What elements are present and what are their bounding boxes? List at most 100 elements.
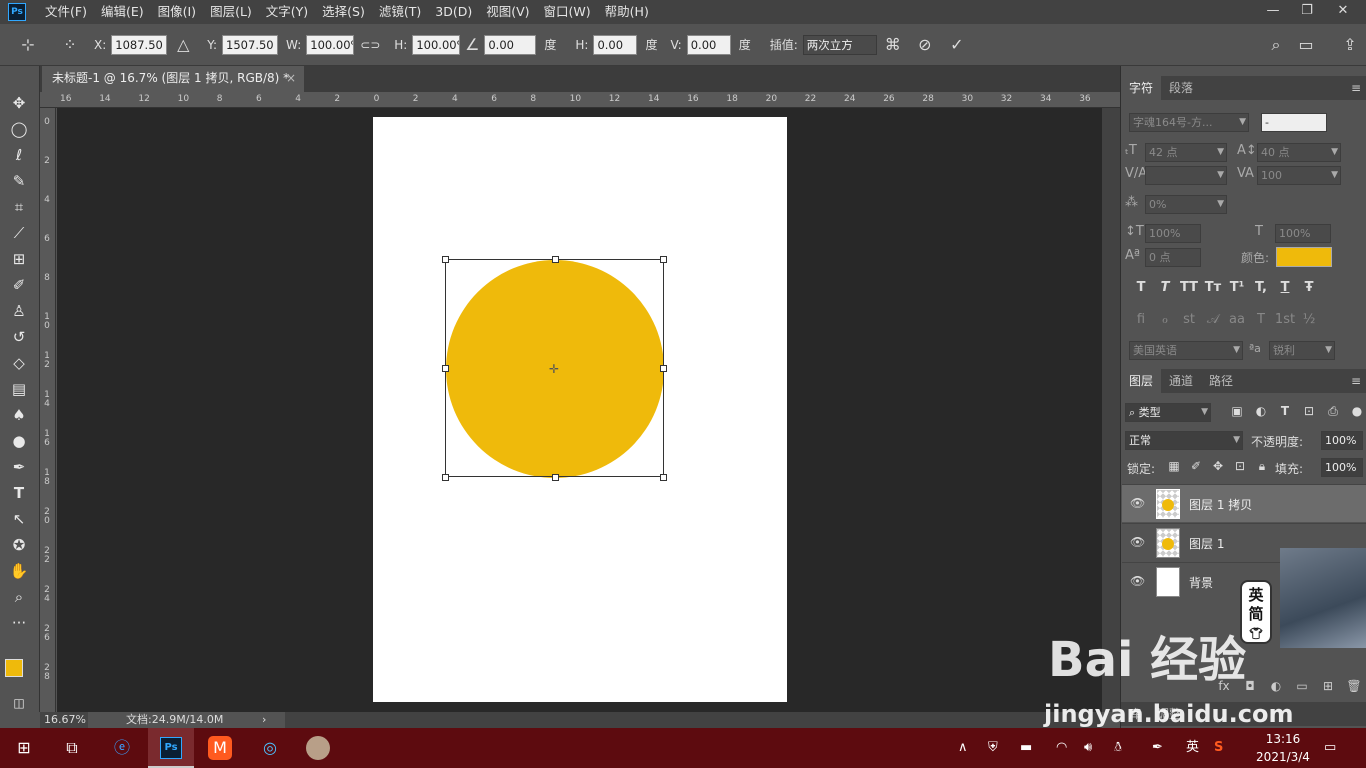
lasso-tool-icon[interactable]: ℓ <box>8 144 30 166</box>
menu-view[interactable]: 视图(V) <box>479 0 536 24</box>
tray-chevron-icon[interactable]: ∧ <box>958 728 968 768</box>
height-field[interactable]: 100.00% <box>412 34 461 55</box>
more-tools-icon[interactable]: ··· <box>8 612 30 634</box>
photoshop-taskbar-item[interactable]: Ps <box>148 728 194 768</box>
tab-channels[interactable]: 通道 <box>1161 369 1201 393</box>
notification-icon[interactable]: ▭ <box>1324 728 1336 768</box>
y-position-field[interactable]: 1507.50 像 <box>222 34 279 55</box>
new-layer-icon[interactable]: ⊞ <box>1315 679 1341 693</box>
zoom-level[interactable]: 16.67% <box>40 712 88 728</box>
menu-file[interactable]: 文件(F) <box>38 0 94 24</box>
eyedropper-tool-icon[interactable]: ⟋ <box>8 222 30 244</box>
swash-button[interactable]: 𝒜 <box>1201 312 1225 327</box>
small-caps-button[interactable]: Tт <box>1201 280 1225 295</box>
transform-handle-right[interactable] <box>660 365 667 372</box>
all-caps-button[interactable]: TT <box>1177 280 1201 295</box>
security-shield-icon[interactable]: ⛨ <box>988 728 998 768</box>
pixel-filter-icon[interactable]: ▣ <box>1225 404 1249 419</box>
baseline-field[interactable]: 0 点 <box>1145 248 1201 267</box>
transform-handle-top[interactable] <box>552 256 559 263</box>
vertical-ruler[interactable]: 0 2 4 6 8 10 12 14 16 18 20 22 24 26 28 <box>40 108 56 712</box>
qq-icon[interactable]: 🐧︎ <box>1114 728 1122 768</box>
language-select[interactable]: 美国英语 ▼ <box>1129 341 1243 360</box>
group-icon[interactable]: ▭ <box>1289 679 1315 693</box>
user-app-icon[interactable] <box>306 736 330 760</box>
font-size-field[interactable]: 42 点 ▼ <box>1145 143 1227 162</box>
media-app-icon[interactable]: M <box>208 736 232 760</box>
pen-input-icon[interactable]: ✒ <box>1152 728 1163 768</box>
network-icon[interactable]: ◠ <box>1056 728 1067 768</box>
delete-layer-icon[interactable]: 🗑︎ <box>1341 679 1366 693</box>
blend-mode-select[interactable]: 正常 ▼ <box>1125 431 1243 450</box>
healing-tool-icon[interactable]: ⊞ <box>8 248 30 270</box>
horizontal-scale-field[interactable]: 100% <box>1275 224 1331 243</box>
vskew-field[interactable]: 0.00 <box>686 34 731 55</box>
menu-edit[interactable]: 编辑(E) <box>94 0 151 24</box>
titling-button[interactable]: T <box>1249 312 1273 327</box>
dodge-tool-icon[interactable]: ● <box>8 430 30 452</box>
layer-row-copy[interactable]: 👁︎ 图层 1 拷贝 <box>1122 484 1366 522</box>
volume-icon[interactable]: 🔊︎ <box>1084 728 1092 768</box>
smart-object-filter-icon[interactable]: ⎙ <box>1321 404 1345 419</box>
blur-tool-icon[interactable]: ♠ <box>8 404 30 426</box>
hand-tool-icon[interactable]: ✋ <box>8 560 30 582</box>
stamp-tool-icon[interactable]: ♙ <box>8 300 30 322</box>
tab-paths[interactable]: 路径 <box>1201 369 1241 393</box>
search-icon[interactable]: ⌕ <box>1266 35 1286 55</box>
faux-bold-button[interactable]: T <box>1129 280 1153 295</box>
interpolation-select[interactable]: 两次立方 <box>802 34 877 55</box>
hskew-field[interactable]: 0.00 <box>593 34 638 55</box>
zoom-tool-icon[interactable]: ⌕ <box>8 586 30 608</box>
close-tab-icon[interactable]: × <box>286 66 296 90</box>
menu-window[interactable]: 窗口(W) <box>537 0 598 24</box>
menu-type[interactable]: 文字(Y) <box>259 0 315 24</box>
path-select-tool-icon[interactable]: ↖ <box>8 508 30 530</box>
browser-app-icon[interactable]: ◎ <box>258 736 282 760</box>
antialias-select[interactable]: 锐利 ▼ <box>1269 341 1335 360</box>
layers-panel-menu-icon[interactable]: ≡ <box>1351 369 1361 393</box>
type-tool-icon[interactable]: T <box>8 482 30 504</box>
move-tool-icon[interactable]: ✥ <box>8 92 30 114</box>
horizontal-ruler[interactable]: 16 14 12 10 8 6 4 2 0 2 4 6 8 10 12 14 16 18 20 22 24 26 28 30 3… <box>40 92 1120 108</box>
visibility-eye-icon[interactable]: 👁︎ <box>1130 496 1145 510</box>
discretionary-ligature-button[interactable]: st <box>1177 312 1201 327</box>
status-menu-arrow[interactable]: › <box>262 712 266 728</box>
superscript-button[interactable]: T¹ <box>1225 280 1249 295</box>
menu-help[interactable]: 帮助(H) <box>598 0 656 24</box>
transform-handle-top-right[interactable] <box>660 256 667 263</box>
underline-button[interactable]: T <box>1273 280 1297 295</box>
ie-browser-icon[interactable]: ⓔ <box>110 736 134 760</box>
pen-tool-icon[interactable]: ✒ <box>8 456 30 478</box>
input-language-indicator[interactable]: 英 <box>1186 728 1199 768</box>
eraser-tool-icon[interactable]: ◇ <box>8 352 30 374</box>
text-color-swatch[interactable] <box>1276 247 1332 267</box>
lock-pixels-icon[interactable]: ✐ <box>1185 459 1207 474</box>
workspace-icon[interactable]: ▭ <box>1296 35 1316 55</box>
scale-field[interactable]: 0% ▼ <box>1145 195 1227 214</box>
task-view-icon[interactable]: ⧉ <box>60 736 84 760</box>
transform-handle-bottom[interactable] <box>552 474 559 481</box>
quick-mask-icon[interactable]: ◫ <box>8 692 30 714</box>
type-filter-icon[interactable]: T <box>1273 404 1297 419</box>
cancel-transform-icon[interactable]: ⊘ <box>915 35 935 55</box>
font-style-select[interactable]: - <box>1261 113 1327 132</box>
document-tab[interactable]: 未标题-1 @ 16.7% (图层 1 拷贝, RGB/8) * × <box>42 66 304 92</box>
font-family-select[interactable]: 字魂164号-方... ▼ <box>1129 113 1249 132</box>
gradient-tool-icon[interactable]: ▤ <box>8 378 30 400</box>
strikethrough-button[interactable]: Ŧ <box>1297 280 1321 295</box>
ligature-button[interactable]: fi <box>1129 312 1153 327</box>
transform-handle-bottom-left[interactable] <box>442 474 449 481</box>
layer-name[interactable]: 图层 1 拷贝 <box>1189 496 1252 513</box>
share-icon[interactable]: ⇪ <box>1340 35 1360 55</box>
taskbar-clock[interactable]: 13:16 2021/3/4 <box>1248 730 1318 766</box>
minimize-button[interactable]: — <box>1256 0 1290 24</box>
layer-filter-select[interactable]: ⌕ 类型 ▼ <box>1125 403 1211 422</box>
device-icon[interactable]: ▬ <box>1020 728 1032 768</box>
leading-field[interactable]: 40 点 ▼ <box>1257 143 1341 162</box>
transform-handle-top-left[interactable] <box>442 256 449 263</box>
opacity-field[interactable]: 100% <box>1321 431 1363 450</box>
history-brush-tool-icon[interactable]: ↺ <box>8 326 30 348</box>
panel-menu-icon[interactable]: ≡ <box>1351 76 1361 100</box>
reference-point-icon[interactable]: ⁘ <box>60 35 80 55</box>
lock-artboard-icon[interactable]: ⊡ <box>1229 459 1251 474</box>
